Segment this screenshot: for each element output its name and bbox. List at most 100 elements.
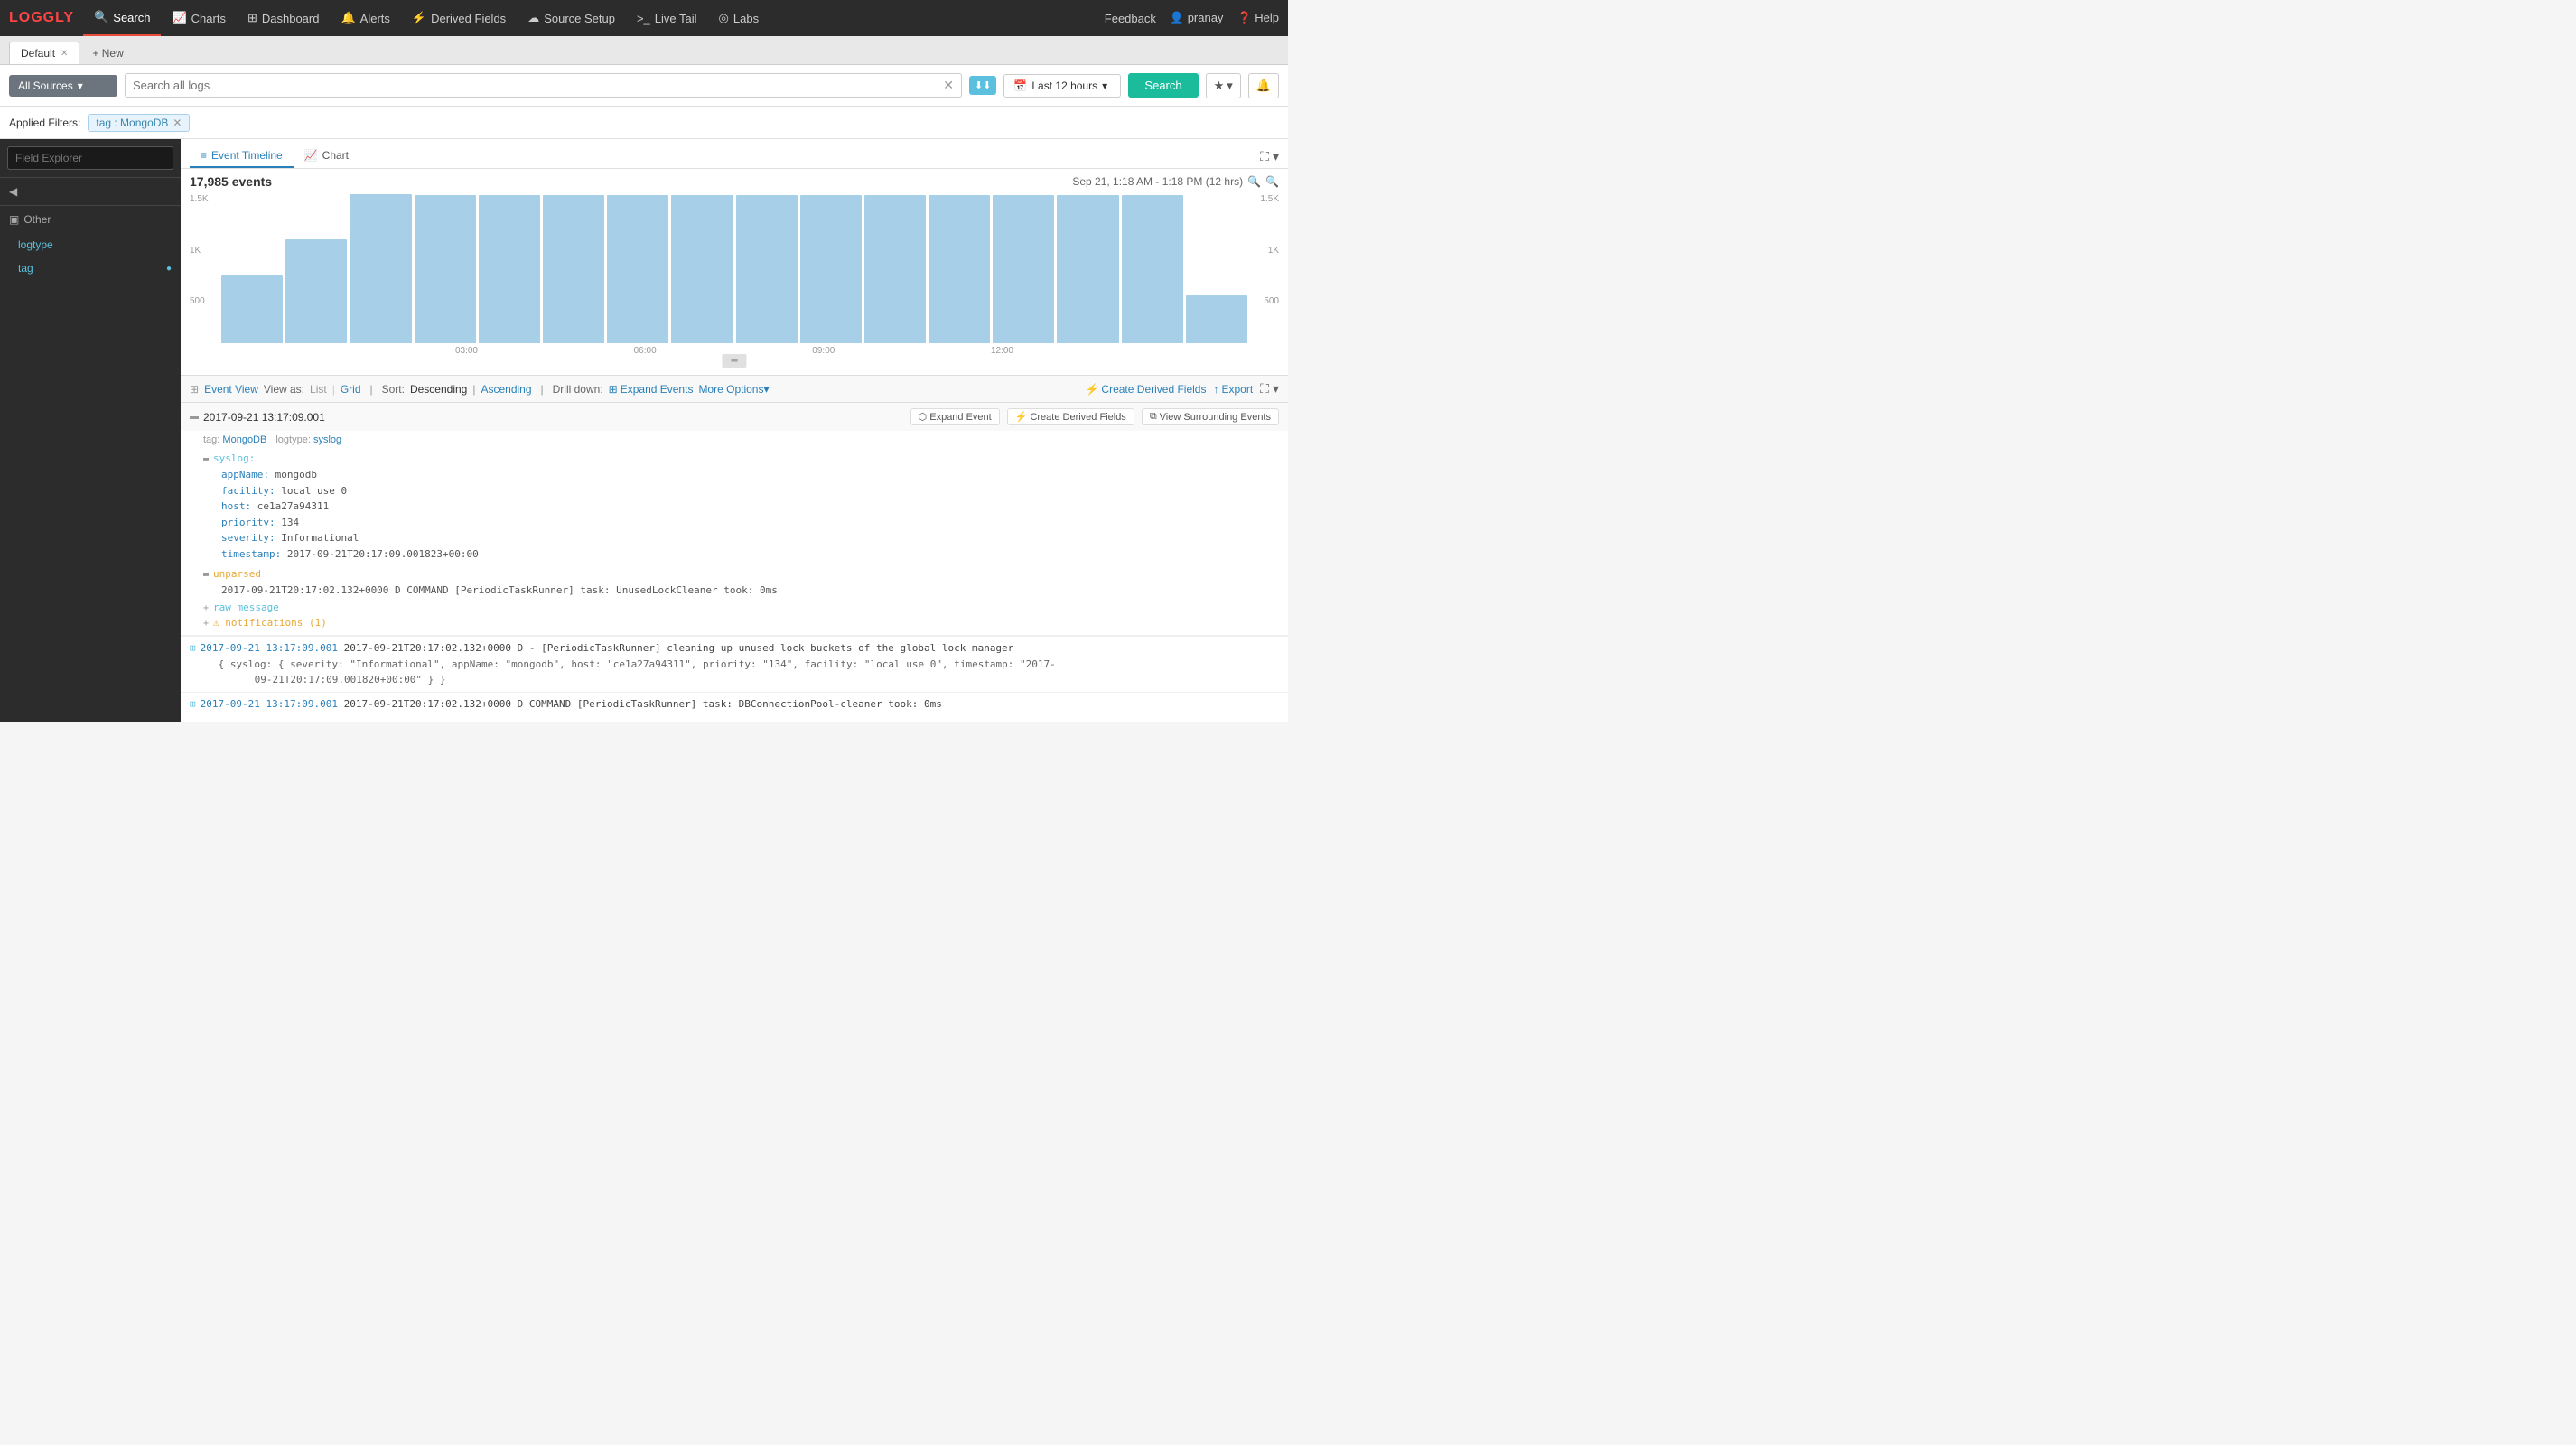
nav-derived-fields[interactable]: ⚡ Derived Fields: [401, 0, 517, 36]
filter-expand-toggle[interactable]: ⬇⬇: [969, 76, 996, 95]
content-area: ≡ Event Timeline 📈 Chart ⛶ ▾ 17,985 even…: [181, 139, 1288, 722]
chart-bar-7[interactable]: [671, 195, 733, 343]
chart-bar-1[interactable]: [285, 239, 347, 344]
create-derived-fields-event-button[interactable]: ⚡ Create Derived Fields: [1007, 408, 1134, 425]
search-bar: All Sources ▾ ✕ ⬇⬇ 📅 Last 12 hours ▾ Sea…: [0, 65, 1288, 107]
event-row: ▬ 2017-09-21 13:17:09.001 ⬡ Expand Event…: [181, 403, 1288, 636]
dashboard-nav-icon: ⊞: [247, 11, 257, 25]
syslog-collapse-icon[interactable]: ▬: [203, 454, 209, 464]
tab-default[interactable]: Default ✕: [9, 42, 79, 64]
event-timestamp: ▬ 2017-09-21 13:17:09.001: [190, 411, 325, 424]
feedback-link[interactable]: Feedback: [1105, 12, 1156, 25]
filter-tag-mongodb: tag : MongoDB ✕: [88, 114, 190, 132]
user-icon: 👤: [1170, 11, 1184, 24]
log-line-2: ⊞ 2017-09-21 13:17:09.001 2017-09-21T20:…: [181, 692, 1288, 716]
chart-bar-4[interactable]: [479, 195, 540, 343]
expand-icon: ⊞: [609, 383, 618, 396]
events-count: 17,985 events: [190, 174, 272, 189]
chart-expand-icon[interactable]: ⛶: [1260, 149, 1269, 164]
create-derived-fields-button[interactable]: ⚡ Create Derived Fields: [1085, 383, 1206, 396]
tab-event-timeline[interactable]: ≡ Event Timeline: [190, 144, 294, 168]
export-button[interactable]: ↑ Export: [1213, 383, 1253, 396]
star-icon: ★: [1214, 79, 1225, 93]
chart-bar-5[interactable]: [543, 195, 604, 343]
top-navigation: LOGGLY 🔍 Search 📈 Charts ⊞ Dashboard 🔔 A…: [0, 0, 1288, 36]
search-nav-icon: 🔍: [94, 10, 108, 24]
raw-expand-icon[interactable]: +: [203, 603, 209, 613]
chart-bar-6[interactable]: [607, 195, 668, 343]
help-link[interactable]: ❓ Help: [1237, 11, 1279, 25]
fullscreen-icon[interactable]: ⛶: [1260, 381, 1269, 396]
search-button[interactable]: Search: [1128, 73, 1198, 98]
search-clear-icon[interactable]: ✕: [943, 78, 954, 93]
chart-bar-12[interactable]: [993, 195, 1054, 343]
tab-chart[interactable]: 📈 Chart: [294, 144, 359, 168]
chart-bar-2[interactable]: [350, 194, 411, 343]
chart-bar-3[interactable]: [415, 195, 476, 343]
chart-bar-8[interactable]: [736, 195, 798, 343]
derived-fields-icon: ⚡: [1085, 383, 1098, 396]
view-surrounding-events-button[interactable]: ⧉ View Surrounding Events: [1142, 408, 1279, 425]
search-input[interactable]: [133, 79, 943, 92]
user-menu[interactable]: 👤 pranay: [1170, 11, 1224, 25]
chart-bar-10[interactable]: [864, 195, 926, 343]
search-input-wrap: ✕: [125, 73, 962, 98]
chart-header: 17,985 events Sep 21, 1:18 AM - 1:18 PM …: [181, 169, 1288, 194]
notifications-expand-icon[interactable]: +: [203, 619, 209, 629]
chart-bar-0[interactable]: [221, 275, 283, 343]
remove-filter-mongodb[interactable]: ✕: [173, 117, 182, 129]
chart-bar-13[interactable]: [1057, 195, 1118, 343]
zoom-out-icon[interactable]: 🔍: [1265, 175, 1279, 188]
close-tab-default[interactable]: ✕: [61, 49, 68, 59]
save-search-button[interactable]: ★ ▾: [1206, 73, 1241, 98]
labs-nav-icon: ◎: [719, 11, 729, 25]
nav-source-setup[interactable]: ☁ Source Setup: [517, 0, 626, 36]
expand-event-button[interactable]: ⬡ Expand Event: [910, 408, 1000, 425]
log-expand-icon-1[interactable]: ⊞: [190, 640, 196, 657]
applied-filters-label: Applied Filters:: [9, 117, 80, 129]
view-grid-option[interactable]: Grid: [341, 383, 361, 396]
view-list-option[interactable]: List: [310, 383, 327, 396]
time-range-select[interactable]: 📅 Last 12 hours ▾: [1003, 74, 1121, 98]
chart-bar-14[interactable]: [1122, 195, 1183, 343]
tag-mongodb-value[interactable]: MongoDB: [222, 434, 266, 445]
nav-live-tail[interactable]: >_ Live Tail: [626, 0, 708, 36]
sidebar-section-other[interactable]: ▣ Other: [0, 206, 181, 233]
more-options-button[interactable]: More Options▾: [698, 383, 769, 396]
sidebar-back-button[interactable]: ◀: [0, 178, 181, 206]
sidebar-item-tag[interactable]: tag ●: [0, 256, 181, 280]
log-expand-icon-2[interactable]: ⊞: [190, 696, 196, 713]
logtype-value[interactable]: syslog: [313, 434, 341, 445]
collapse-icon[interactable]: ▬: [190, 412, 199, 422]
chart-bar-11[interactable]: [929, 195, 990, 343]
source-select[interactable]: All Sources ▾: [9, 75, 117, 97]
log-line-1: ⊞ 2017-09-21 13:17:09.001 2017-09-21T20:…: [181, 636, 1288, 692]
nav-search[interactable]: 🔍 Search: [83, 0, 161, 36]
sort-ascending[interactable]: Ascending: [481, 383, 531, 396]
sidebar-item-logtype[interactable]: logtype: [0, 233, 181, 256]
nav-right-section: Feedback 👤 pranay ❓ Help: [1105, 11, 1279, 25]
chart-bar-15[interactable]: [1186, 295, 1247, 343]
alert-button[interactable]: 🔔: [1248, 73, 1279, 98]
chart-bar-9[interactable]: [800, 195, 862, 343]
source-setup-nav-icon: ☁: [527, 11, 539, 25]
new-tab-button[interactable]: + New: [81, 42, 134, 64]
alerts-nav-icon: 🔔: [341, 11, 355, 25]
event-header[interactable]: ▬ 2017-09-21 13:17:09.001 ⬡ Expand Event…: [181, 403, 1288, 431]
sort-descending[interactable]: Descending: [410, 383, 467, 396]
chart-drag-handle[interactable]: ═: [722, 354, 746, 368]
field-explorer-search[interactable]: [7, 146, 173, 170]
event-view-tab[interactable]: Event View: [204, 383, 258, 396]
expand-events-button[interactable]: ⊞ Expand Events: [609, 383, 694, 396]
more-icon[interactable]: ▾: [1273, 381, 1279, 396]
chart-y-labels: 1.5K 1K 500: [190, 194, 217, 348]
logo[interactable]: LOGGLY: [9, 10, 74, 26]
nav-charts[interactable]: 📈 Charts: [161, 0, 236, 36]
sidebar-search-section: [0, 139, 181, 178]
unparsed-collapse-icon[interactable]: ▬: [203, 570, 209, 580]
zoom-in-icon[interactable]: 🔍: [1247, 175, 1261, 188]
chart-more-icon[interactable]: ▾: [1273, 149, 1279, 164]
nav-dashboard[interactable]: ⊞ Dashboard: [237, 0, 331, 36]
nav-labs[interactable]: ◎ Labs: [708, 0, 770, 36]
nav-alerts[interactable]: 🔔 Alerts: [330, 0, 400, 36]
